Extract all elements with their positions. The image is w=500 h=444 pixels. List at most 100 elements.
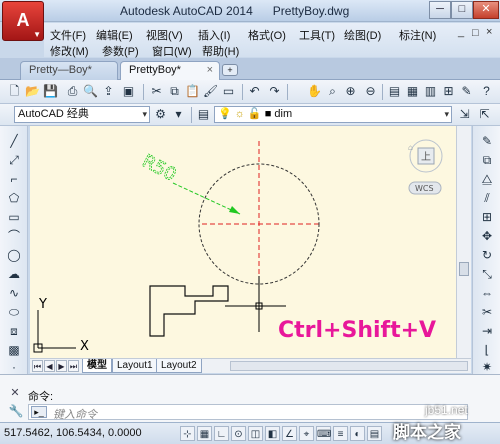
polar-icon[interactable]: ⊙ [231, 426, 246, 441]
lineweight-icon[interactable]: ≡ [333, 426, 348, 441]
mirror-icon[interactable]: ⧋ [478, 170, 496, 188]
erase-icon[interactable]: ✎ [478, 132, 496, 150]
new-tab-button[interactable]: + [222, 64, 238, 76]
ortho-icon[interactable]: ∟ [214, 426, 229, 441]
osnap-icon[interactable]: ◫ [248, 426, 263, 441]
command-prompt-icon[interactable]: ▸_ [31, 406, 47, 418]
minimize-button[interactable]: ─ [429, 1, 451, 19]
design-center-icon[interactable]: ▦ [404, 83, 421, 100]
open-file-icon[interactable]: 📂 [24, 83, 41, 100]
copy-icon[interactable]: ⧉ [166, 83, 183, 100]
tab-prettyboy[interactable]: PrettyBoy* × [120, 61, 220, 80]
transparency-icon[interactable]: ◐ [350, 426, 365, 441]
arc-icon[interactable]: ⌒ [5, 227, 23, 245]
wrench-icon[interactable]: 🔧 [8, 404, 24, 420]
layer-properties-icon[interactable]: ▤ [195, 106, 212, 123]
snap-icon[interactable]: ⊹ [180, 426, 195, 441]
layer-previous-icon[interactable]: ⇱ [476, 106, 493, 123]
move-icon[interactable]: ✥ [478, 227, 496, 245]
cut-icon[interactable]: ✂ [148, 83, 165, 100]
menu-format[interactable]: 格式(O) [248, 27, 286, 43]
mdi-close-button[interactable]: × [486, 26, 492, 38]
tab-close-icon[interactable]: × [207, 64, 213, 76]
menu-file[interactable]: 文件(F) [50, 27, 86, 43]
menu-window[interactable]: 窗口(W) [152, 43, 192, 59]
stretch-icon[interactable]: ⇔ [478, 284, 496, 302]
print-preview-icon[interactable]: 🔍 [82, 83, 99, 100]
circle-icon[interactable]: ◯ [5, 246, 23, 264]
maximize-button[interactable]: □ [451, 1, 473, 19]
menu-draw[interactable]: 绘图(D) [344, 27, 381, 43]
paste-icon[interactable]: 📋 [184, 83, 201, 100]
application-menu-button[interactable]: A ▼ [2, 1, 44, 41]
menu-edit[interactable]: 编辑(E) [96, 27, 133, 43]
last-layout-icon[interactable]: ⏭ [68, 360, 79, 372]
copy-object-icon[interactable]: ⧉ [478, 151, 496, 169]
dynamic-input-icon[interactable]: ⌨ [316, 426, 331, 441]
tool-palettes-icon[interactable]: ▥ [422, 83, 439, 100]
zoom-realtime-icon[interactable]: ⌕ [324, 83, 341, 100]
make-layer-current-icon[interactable]: ⇲ [456, 106, 473, 123]
scale-icon[interactable]: ⤡ [478, 265, 496, 283]
otrack-icon[interactable]: ∠ [282, 426, 297, 441]
offset-icon[interactable]: ⫽ [478, 189, 496, 207]
sheet-set-icon[interactable]: ⊞ [440, 83, 457, 100]
close-window-button[interactable]: ✕ [473, 1, 499, 19]
pan-icon[interactable]: ✋ [306, 83, 323, 100]
next-layout-icon[interactable]: ▶ [56, 360, 67, 372]
extend-icon[interactable]: ⇥ [478, 322, 496, 340]
redo-icon[interactable]: ↷ [266, 83, 283, 100]
zoom-previous-icon[interactable]: ⊖ [362, 83, 379, 100]
menu-dimension[interactable]: 标注(N) [399, 27, 436, 43]
3d-publish-icon[interactable]: ▣ [120, 83, 137, 100]
markup-icon[interactable]: ✎ [458, 83, 475, 100]
match-properties-icon[interactable]: 🖌 [202, 83, 219, 100]
print-icon[interactable]: ⎙ [64, 83, 81, 100]
menu-modify[interactable]: 修改(M) [50, 43, 89, 59]
array-icon[interactable]: ⊞ [478, 208, 496, 226]
properties-icon[interactable]: ▤ [386, 83, 403, 100]
menu-help[interactable]: 帮助(H) [202, 43, 239, 59]
prev-layout-icon[interactable]: ◀ [44, 360, 55, 372]
ducs-icon[interactable]: ⌖ [299, 426, 314, 441]
workspace-select[interactable]: AutoCAD 经典 ▾ [14, 106, 150, 123]
block-editor-icon[interactable]: ▭ [220, 83, 237, 100]
tab-model[interactable]: 模型 [82, 359, 112, 373]
trim-icon[interactable]: ✂ [478, 303, 496, 321]
horizontal-scrollbar[interactable] [230, 361, 468, 371]
revision-cloud-icon[interactable]: ☁ [5, 265, 23, 283]
menu-view[interactable]: 视图(V) [146, 27, 183, 43]
tab-layout2[interactable]: Layout2 [156, 359, 202, 373]
grid-icon[interactable]: ▦ [197, 426, 212, 441]
menu-insert[interactable]: 插入(I) [198, 27, 230, 43]
menu-tools[interactable]: 工具(T) [299, 27, 335, 43]
publish-icon[interactable]: ⇪ [100, 83, 117, 100]
fillet-icon[interactable]: ⌊ [478, 341, 496, 359]
tab-layout1[interactable]: Layout1 [112, 359, 158, 373]
save-icon[interactable]: 💾 [42, 83, 59, 100]
rectangle-icon[interactable]: ▭ [5, 208, 23, 226]
polygon-icon[interactable]: ⬠ [5, 189, 23, 207]
first-layout-icon[interactable]: ⏮ [32, 360, 43, 372]
insert-block-icon[interactable]: ⧈ [5, 322, 23, 340]
hatch-icon[interactable]: ▩ [5, 341, 23, 359]
mdi-restore-button[interactable]: □ [472, 27, 479, 39]
vertical-scrollbar[interactable] [456, 126, 471, 358]
menu-parametric[interactable]: 参数(P) [102, 43, 139, 59]
construction-line-icon[interactable]: ⤢ [5, 151, 23, 169]
ellipse-icon[interactable]: ⬭ [5, 303, 23, 321]
workspace-switch-icon[interactable]: ▾ [170, 106, 187, 123]
line-icon[interactable]: ╱ [5, 132, 23, 150]
close-icon[interactable]: ✕ [8, 386, 22, 400]
workspace-settings-icon[interactable]: ⚙ [152, 106, 169, 123]
polyline-icon[interactable]: ⌐ [5, 170, 23, 188]
quick-properties-icon[interactable]: ▤ [367, 426, 382, 441]
mdi-minimize-button[interactable]: _ [458, 26, 464, 38]
new-file-icon[interactable]: 🗋 [6, 83, 23, 100]
help-icon[interactable]: ? [478, 83, 495, 100]
spline-icon[interactable]: ∿ [5, 284, 23, 302]
rotate-icon[interactable]: ↻ [478, 246, 496, 264]
undo-icon[interactable]: ↶ [246, 83, 263, 100]
tab-pretty-boy[interactable]: Pretty—Boy* [20, 61, 118, 80]
3d-osnap-icon[interactable]: ◧ [265, 426, 280, 441]
